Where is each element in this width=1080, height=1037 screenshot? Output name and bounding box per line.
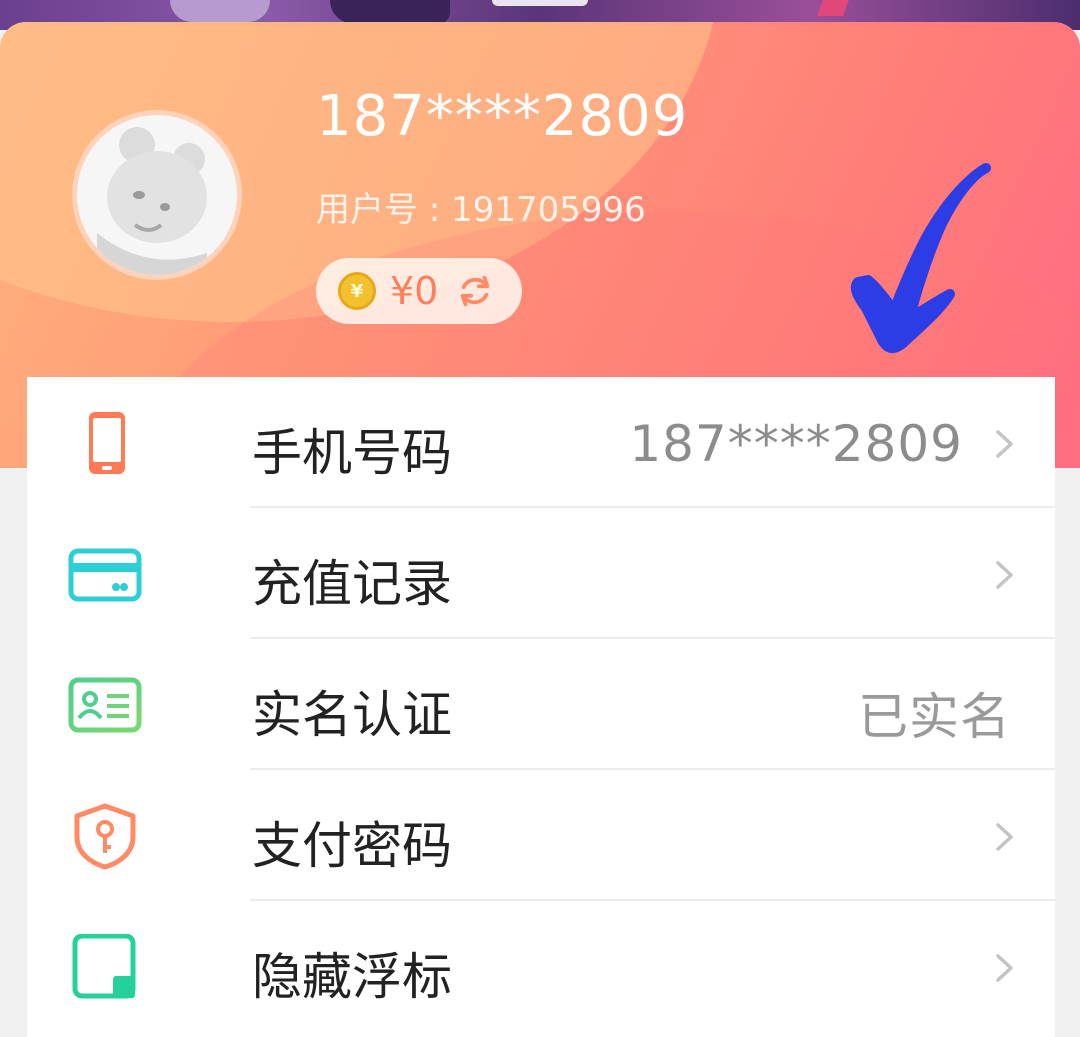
coin-symbol: ¥: [350, 280, 364, 302]
phone-icon: [89, 412, 125, 474]
settings-row-label: 充值记录: [252, 555, 452, 613]
chevron-right-icon: [996, 823, 1013, 851]
settings-row-recharge[interactable]: 充值记录: [27, 508, 1055, 639]
settings-row-verification[interactable]: 实名认证 已实名: [27, 639, 1055, 770]
balance-amount: ¥0: [390, 269, 439, 313]
chevron-right-icon: [996, 561, 1013, 589]
balance-pill[interactable]: ¥ ¥0: [316, 258, 522, 324]
user-id: 用户号 : 191705996: [316, 190, 646, 230]
id-card-icon: [68, 677, 142, 733]
settings-row-label: 隐藏浮标: [252, 948, 452, 1006]
float-hide-icon: [72, 934, 136, 999]
verification-status: 已实名: [858, 688, 1011, 746]
chevron-right-icon: [996, 430, 1013, 458]
chevron-right-icon: [996, 954, 1013, 982]
settings-row-payment-password[interactable]: 支付密码: [27, 770, 1055, 901]
bear-avatar-icon: [97, 127, 207, 275]
refresh-icon[interactable]: [456, 272, 494, 310]
settings-row-label: 支付密码: [252, 817, 452, 875]
artwork-shape: [330, 0, 450, 24]
artwork-shape: [817, 0, 849, 16]
checkmark-annotation-icon: [850, 163, 991, 354]
settings-row-value: 187****2809: [629, 415, 963, 473]
settings-row-label: 手机号码: [252, 424, 452, 482]
sheet-handle[interactable]: [492, 0, 588, 6]
artwork-shape: [170, 0, 270, 22]
settings-card: 手机号码 187****2809 充值记录 实名认证 已实名 支付密码 隐藏浮标: [27, 377, 1055, 1037]
card-icon: [68, 548, 142, 602]
settings-row-label: 实名认证: [252, 686, 452, 744]
settings-row-phone[interactable]: 手机号码 187****2809: [27, 377, 1055, 508]
coin-icon: ¥: [338, 272, 376, 310]
avatar[interactable]: [72, 110, 242, 280]
profile-phone-number: 187****2809: [316, 84, 689, 149]
settings-row-hide-float[interactable]: 隐藏浮标: [27, 901, 1055, 1032]
shield-key-icon: [74, 803, 136, 869]
